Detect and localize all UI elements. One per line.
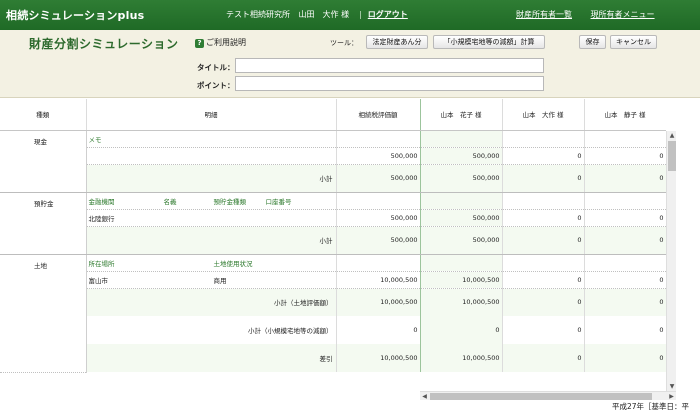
subtotal-row: 小計（土地評価額） 10,000,500 10,000,500 0 0 bbox=[0, 288, 666, 316]
reference-date-note: 平成27年［基準日：平 bbox=[612, 402, 690, 410]
table-header-row: 種類 明細 相続税評価額 山本 花子 様 山本 大作 様 山本 静子 様 bbox=[0, 99, 666, 131]
legal-share-button[interactable]: 法定財産あん分 bbox=[366, 35, 428, 49]
user-area: テスト相続研究所 山田 大作 様 | ログアウト bbox=[226, 9, 414, 20]
divider: | bbox=[359, 10, 362, 19]
horizontal-scroll-thumb[interactable] bbox=[430, 393, 652, 400]
scroll-left-arrow-icon[interactable]: ◀ bbox=[420, 392, 429, 401]
property-owner-list-link[interactable]: 財産所有者一覧 bbox=[516, 10, 572, 19]
cash-heir-2[interactable]: 0 bbox=[502, 147, 585, 165]
user-name: 山田 大作 様 bbox=[298, 10, 350, 19]
col-heir-3: 山本 静子 様 bbox=[584, 99, 666, 131]
division-table: 種類 明細 相続税評価額 山本 花子 様 山本 大作 様 山本 静子 様 現金 … bbox=[0, 99, 666, 391]
cash-heir-1[interactable]: 500,000 bbox=[420, 147, 503, 165]
horizontal-scrollbar[interactable]: ◀ ▶ bbox=[420, 391, 676, 400]
logout-link[interactable]: ログアウト bbox=[368, 10, 408, 19]
owner-menu-link[interactable]: 現所有者メニュー bbox=[591, 10, 655, 19]
table-row: 現金 メモ bbox=[0, 130, 666, 193]
col-heir-1: 山本 花子 様 bbox=[420, 99, 503, 131]
top-header-bar: 相続シミュレーションplus テスト相続研究所 山田 大作 様 | ログアウト 財産… bbox=[0, 0, 700, 30]
diff-row: 差引 10,000,500 10,000,500 0 0 bbox=[0, 344, 666, 372]
tools-label: ツール： bbox=[330, 39, 358, 47]
land-location: 富山市 商用 bbox=[86, 271, 337, 289]
table-row[interactable]: 北陸銀行 500,000 500,000 0 0 bbox=[0, 209, 666, 227]
scroll-down-arrow-icon[interactable]: ▼ bbox=[667, 382, 677, 391]
col-category: 種類 bbox=[0, 99, 87, 131]
point-input[interactable] bbox=[235, 76, 544, 91]
point-label: ポイント： bbox=[197, 81, 235, 90]
scroll-up-arrow-icon[interactable]: ▲ bbox=[667, 131, 677, 140]
help-link[interactable]: ? ご利用説明 bbox=[195, 37, 246, 48]
subtotal-row: 小計（小規模宅地等の減額） 0 0 0 0 bbox=[0, 316, 666, 344]
deposit-headers: 金融機関 名義 預貯金種類 口座番号 bbox=[86, 192, 337, 210]
table-row[interactable]: 500,000 500,000 0 0 bbox=[0, 147, 666, 165]
table-row: 預貯金 金融機関 名義 預貯金種類 口座番号 bbox=[0, 192, 666, 255]
question-icon: ? bbox=[195, 39, 204, 48]
col-meisai: 明細 bbox=[86, 99, 337, 131]
cash-heir-3[interactable]: 0 bbox=[584, 147, 666, 165]
category-cash: 現金 bbox=[0, 130, 87, 193]
table-row: 土地 所在場所 土地使用状況 bbox=[0, 254, 666, 373]
title-label: タイトル： bbox=[197, 63, 235, 72]
toolbar-area: 財産分割シミュレーション ? ご利用説明 ツール： 法定財産あん分 「小規模宅地等… bbox=[0, 30, 700, 98]
deposit-bank: 北陸銀行 bbox=[86, 209, 337, 227]
cancel-button[interactable]: キャンセル bbox=[610, 35, 657, 49]
help-label: ご利用説明 bbox=[206, 38, 246, 47]
scroll-right-arrow-icon[interactable]: ▶ bbox=[667, 392, 676, 401]
header-nav: 財産所有者一覧 現所有者メニュー bbox=[516, 9, 671, 20]
cash-total: 500,000 bbox=[336, 147, 421, 165]
app-title: 相続シミュレーションplus bbox=[6, 9, 145, 22]
col-total-value: 相続税評価額 bbox=[336, 99, 421, 131]
land-headers: 所在場所 土地使用状況 bbox=[86, 254, 337, 272]
table-row[interactable]: 富山市 商用 10,000,500 10,000,500 0 0 bbox=[0, 271, 666, 289]
small-land-reduction-button[interactable]: 「小規模宅地等の減額」計算 bbox=[433, 35, 545, 49]
category-deposit: 預貯金 bbox=[0, 192, 87, 255]
office-name: テスト相続研究所 bbox=[226, 10, 290, 19]
col-heir-2: 山本 大作 様 bbox=[502, 99, 585, 131]
subtotal-label: 小計 bbox=[86, 164, 337, 193]
vertical-scroll-thumb[interactable] bbox=[668, 141, 676, 171]
page-title: 財産分割シミュレーション bbox=[29, 37, 179, 51]
vertical-scrollbar[interactable]: ▲ ▼ bbox=[666, 131, 676, 391]
save-button[interactable]: 保存 bbox=[579, 35, 606, 49]
memo-label: メモ bbox=[86, 130, 337, 148]
title-input[interactable] bbox=[235, 58, 544, 73]
category-land: 土地 bbox=[0, 254, 87, 373]
subtotal-row: 小計 500,000 500,000 0 0 bbox=[0, 164, 666, 193]
subtotal-row: 小計 500,000 500,000 0 0 bbox=[0, 226, 666, 255]
